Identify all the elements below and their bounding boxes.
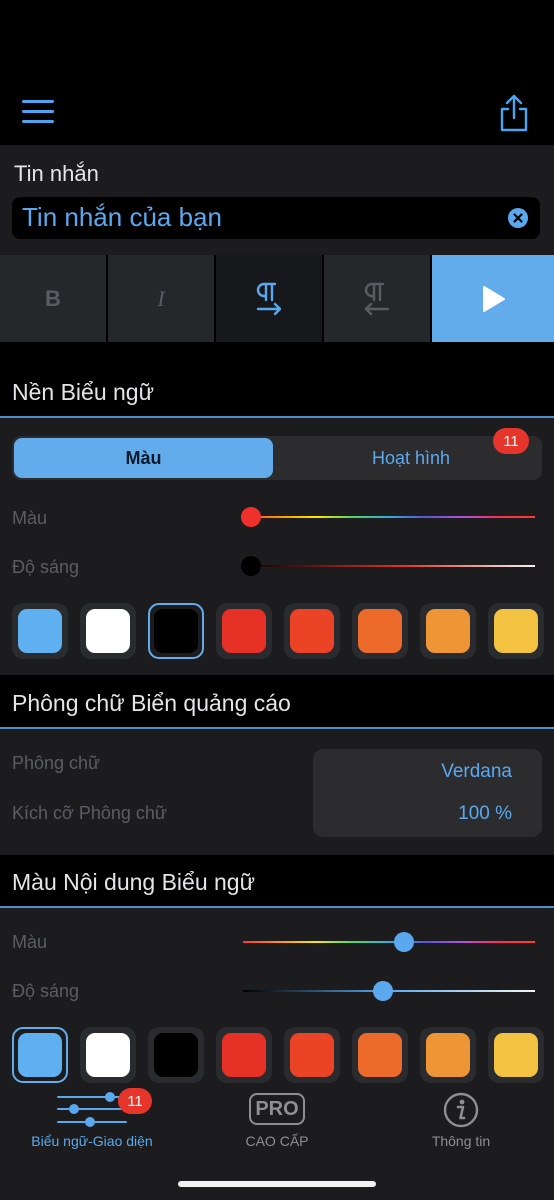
tab-info-label: Thông tin: [431, 1133, 491, 1149]
content-color-swatch[interactable]: [12, 1027, 68, 1083]
background-color-swatch[interactable]: [488, 603, 544, 659]
font-size-value[interactable]: 100 %: [458, 803, 512, 825]
swatch-color: [154, 609, 198, 653]
home-indicator: [178, 1181, 376, 1187]
banner-font-panel: Phông chữ Kích cỡ Phông chữ Verdana 100 …: [0, 729, 554, 855]
message-input-value[interactable]: Tin nhắn của bạn: [22, 202, 222, 233]
content-color-swatch[interactable]: [216, 1027, 272, 1083]
italic-button[interactable]: I: [108, 255, 216, 342]
animation-badge: 11: [493, 428, 529, 454]
content-color-swatch[interactable]: [420, 1027, 476, 1083]
content-color-swatch[interactable]: [488, 1027, 544, 1083]
swatch-color: [222, 609, 266, 653]
clear-icon[interactable]: [508, 208, 528, 228]
banner-font-title: Phông chữ Biển quảng cáo: [12, 690, 291, 716]
bold-label: B: [45, 285, 61, 311]
background-color-swatch[interactable]: [80, 603, 136, 659]
sliders-icon: [57, 1092, 127, 1127]
background-color-swatch[interactable]: [148, 603, 204, 659]
banner-content-color-panel: Màu Độ sáng: [0, 908, 554, 1083]
background-color-swatch[interactable]: [284, 603, 340, 659]
paragraph-ltr-icon: [256, 282, 282, 315]
content-color-swatch[interactable]: [80, 1027, 136, 1083]
content-hue-label: Màu: [12, 932, 48, 952]
banner-background-header: Nền Biểu ngữ: [0, 342, 554, 418]
message-section: Tin nhắn Tin nhắn của bạn: [0, 145, 554, 255]
background-color-swatch[interactable]: [352, 603, 408, 659]
tab-badge: 11: [118, 1088, 152, 1114]
content-color-swatch[interactable]: [284, 1027, 340, 1083]
background-color-swatch[interactable]: [216, 603, 272, 659]
play-icon: [483, 285, 505, 312]
swatch-color: [18, 1033, 62, 1077]
message-input[interactable]: Tin nhắn của bạn: [12, 197, 540, 239]
content-hue-slider[interactable]: [243, 941, 535, 943]
paragraph-rtl-button[interactable]: [324, 255, 432, 342]
swatch-color: [86, 1033, 130, 1077]
brightness-label: Độ sáng: [12, 557, 80, 577]
share-icon[interactable]: [498, 94, 530, 132]
background-color-swatch[interactable]: [420, 603, 476, 659]
italic-label: I: [157, 285, 165, 311]
banner-background-title: Nền Biểu ngữ: [12, 379, 154, 405]
info-icon: [443, 1092, 479, 1128]
banner-font-header: Phông chữ Biển quảng cáo: [0, 675, 554, 729]
play-button[interactable]: [432, 255, 554, 342]
font-label: Phông chữ: [12, 753, 101, 773]
swatch-color: [154, 1033, 198, 1077]
top-bar: [0, 0, 554, 145]
background-color-swatch[interactable]: [12, 603, 68, 659]
swatch-color: [426, 1033, 470, 1077]
banner-background-panel: Màu Hoạt hình 11 Màu Độ sáng: [0, 418, 554, 675]
paragraph-ltr-button[interactable]: [216, 255, 324, 342]
banner-content-color-title: Màu Nội dung Biểu ngữ: [12, 869, 255, 895]
swatch-color: [290, 1033, 334, 1077]
hue-slider-thumb[interactable]: [241, 507, 261, 527]
swatch-color: [86, 609, 130, 653]
font-settings-box[interactable]: Verdana 100 %: [313, 749, 542, 837]
font-value[interactable]: Verdana: [441, 761, 512, 783]
message-label: Tin nhắn: [14, 161, 99, 186]
hamburger-menu-icon[interactable]: [22, 100, 54, 124]
format-toolbar: B I: [0, 255, 554, 342]
tab-premium-label: CAO CẤP: [245, 1133, 309, 1149]
font-size-label: Kích cỡ Phông chữ: [12, 803, 167, 823]
bold-button[interactable]: B: [0, 255, 108, 342]
content-brightness-label: Độ sáng: [12, 981, 80, 1001]
swatch-color: [290, 609, 334, 653]
swatch-color: [426, 609, 470, 653]
content-color-swatch[interactable]: [148, 1027, 204, 1083]
swatch-color: [494, 1033, 538, 1077]
hue-label: Màu: [12, 508, 48, 528]
content-color-swatch[interactable]: [352, 1027, 408, 1083]
swatch-color: [358, 1033, 402, 1077]
banner-content-color-header: Màu Nội dung Biểu ngữ: [0, 855, 554, 908]
background-swatches: [12, 603, 554, 659]
pro-icon: PRO: [249, 1093, 305, 1125]
paragraph-rtl-icon: [364, 282, 390, 315]
swatch-color: [494, 609, 538, 653]
content-brightness-slider-thumb[interactable]: [373, 981, 394, 1001]
content-swatches: [12, 1027, 554, 1083]
hue-slider[interactable]: [243, 516, 535, 518]
swatch-color: [358, 609, 402, 653]
content-hue-slider-thumb[interactable]: [393, 932, 414, 952]
brightness-slider-thumb[interactable]: [241, 556, 261, 576]
tab-color[interactable]: Màu: [14, 438, 273, 478]
swatch-color: [18, 609, 62, 653]
mode-segmented-control: Màu Hoạt hình: [12, 436, 542, 480]
tab-banner-appearance-label: Biểu ngữ-Giao diện: [31, 1133, 153, 1149]
brightness-slider[interactable]: [243, 565, 535, 567]
swatch-color: [222, 1033, 266, 1077]
